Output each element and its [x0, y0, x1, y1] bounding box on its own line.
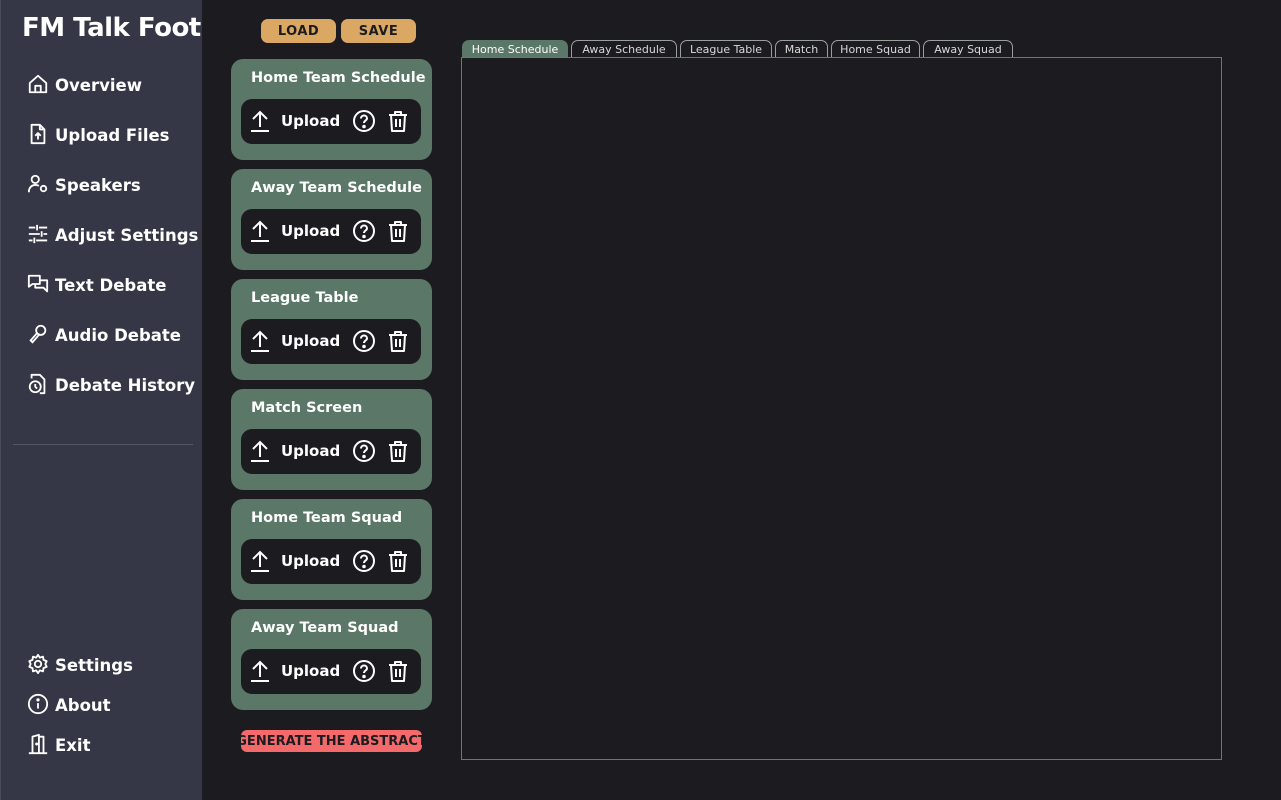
upload-label: Upload — [281, 442, 341, 460]
tab-home-squad[interactable]: Home Squad — [831, 40, 920, 57]
info-icon — [27, 693, 51, 717]
card-action-bar: Upload — [241, 319, 421, 364]
help-icon[interactable] — [352, 329, 376, 353]
sidebar: FM Talk Foot Overview Upload Files Speak… — [0, 0, 202, 800]
help-icon[interactable] — [352, 109, 376, 133]
nav-debate-history[interactable]: Debate History — [27, 372, 195, 398]
upload-icon — [251, 110, 269, 132]
tab-league-table[interactable]: League Table — [680, 40, 772, 57]
upload-button[interactable]: Upload — [249, 108, 340, 134]
help-icon[interactable] — [352, 549, 376, 573]
trash-icon[interactable] — [386, 329, 410, 353]
file-upload-icon — [27, 123, 51, 147]
exit-door-icon — [27, 733, 51, 757]
microphone-icon — [27, 323, 51, 347]
upload-label: Upload — [281, 552, 341, 570]
nav-exit[interactable]: Exit — [27, 732, 90, 758]
upload-label: Upload — [281, 222, 341, 240]
upload-card-home-team-squad: Home Team Squad Upload — [231, 499, 432, 600]
upload-icon — [251, 660, 269, 682]
nav-label: Debate History — [55, 375, 196, 395]
nav-speakers[interactable]: Speakers — [27, 172, 141, 198]
tab-content-panel — [461, 57, 1222, 760]
help-icon[interactable] — [352, 219, 376, 243]
save-button[interactable]: SAVE — [341, 19, 416, 43]
nav-upload-files[interactable]: Upload Files — [27, 122, 170, 148]
help-icon[interactable] — [352, 439, 376, 463]
upload-card-match-screen: Match Screen Upload — [231, 389, 432, 490]
trash-icon[interactable] — [386, 659, 410, 683]
card-title: League Table — [251, 290, 359, 306]
nav-label: Upload Files — [55, 125, 170, 145]
nav-overview[interactable]: Overview — [27, 72, 142, 98]
home-icon — [27, 73, 51, 97]
card-action-bar: Upload — [241, 209, 421, 254]
card-action-bar: Upload — [241, 539, 421, 584]
upload-button[interactable]: Upload — [249, 658, 340, 684]
upload-button[interactable]: Upload — [249, 438, 340, 464]
tab-home-schedule[interactable]: Home Schedule — [462, 40, 568, 57]
upload-icon — [251, 550, 269, 572]
upload-icon — [251, 330, 269, 352]
nav-label: About — [55, 695, 111, 715]
nav-label: Text Debate — [55, 275, 167, 295]
upload-card-home-team-schedule: Home Team Schedule Upload — [231, 59, 432, 160]
tab-match[interactable]: Match — [775, 40, 828, 57]
upload-button[interactable]: Upload — [249, 218, 340, 244]
upload-card-league-table: League Table Upload — [231, 279, 432, 380]
sidebar-divider — [13, 444, 193, 445]
trash-icon[interactable] — [386, 549, 410, 573]
upload-button[interactable]: Upload — [249, 548, 340, 574]
nav-about[interactable]: About — [27, 692, 111, 718]
card-title: Away Team Squad — [251, 620, 399, 636]
card-action-bar: Upload — [241, 99, 421, 144]
nav-settings[interactable]: Settings — [27, 652, 133, 678]
sliders-icon — [27, 223, 51, 247]
upload-label: Upload — [281, 112, 341, 130]
nav-label: Adjust Settings — [55, 225, 199, 245]
card-action-bar: Upload — [241, 649, 421, 694]
nav-label: Settings — [55, 655, 133, 675]
trash-icon[interactable] — [386, 439, 410, 463]
card-title: Away Team Schedule — [251, 180, 422, 196]
nav-label: Audio Debate — [55, 325, 181, 345]
load-button[interactable]: LOAD — [261, 19, 336, 43]
nav-adjust-settings[interactable]: Adjust Settings — [27, 222, 198, 248]
card-title: Home Team Schedule — [251, 70, 426, 86]
generate-abstract-button[interactable]: GENERATE THE ABSTRACT — [236, 730, 427, 752]
nav-label: Speakers — [55, 175, 141, 195]
nav-text-debate[interactable]: Text Debate — [27, 272, 166, 298]
gear-icon — [27, 653, 51, 677]
app-title: FM Talk Foot — [22, 13, 201, 43]
tab-away-squad[interactable]: Away Squad — [923, 40, 1013, 57]
upload-label: Upload — [281, 332, 341, 350]
tab-away-schedule[interactable]: Away Schedule — [571, 40, 677, 57]
nav-label: Exit — [55, 735, 91, 755]
card-title: Home Team Squad — [251, 510, 403, 526]
upload-icon — [251, 220, 269, 242]
card-action-bar: Upload — [241, 429, 421, 474]
user-gear-icon — [27, 173, 51, 197]
trash-icon[interactable] — [386, 109, 410, 133]
help-icon[interactable] — [352, 659, 376, 683]
nav-label: Overview — [55, 75, 142, 95]
card-title: Match Screen — [251, 400, 363, 416]
upload-card-away-team-schedule: Away Team Schedule Upload — [231, 169, 432, 270]
upload-card-away-team-squad: Away Team Squad Upload — [231, 609, 432, 710]
trash-icon[interactable] — [386, 219, 410, 243]
nav-audio-debate[interactable]: Audio Debate — [27, 322, 181, 348]
upload-button[interactable]: Upload — [249, 328, 340, 354]
history-file-icon — [27, 373, 51, 397]
upload-icon — [251, 440, 269, 462]
upload-label: Upload — [281, 662, 341, 680]
chat-bubbles-icon — [27, 273, 51, 297]
